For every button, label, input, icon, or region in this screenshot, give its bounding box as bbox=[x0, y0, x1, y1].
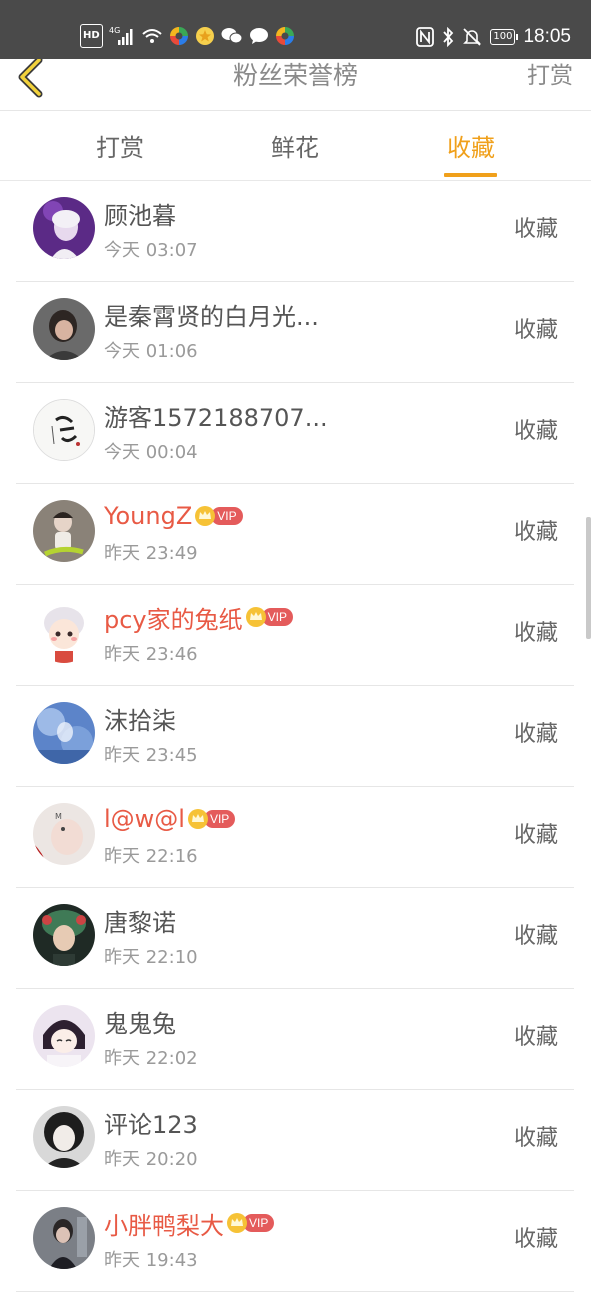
status-bar: HD 4G 100 18:05 bbox=[0, 0, 591, 59]
avatar bbox=[33, 197, 95, 259]
favorite-label: 收藏 bbox=[513, 1025, 558, 1050]
list-item[interactable]: pcy家的兔纸 VIP 昨天 23:46 收藏 bbox=[16, 585, 574, 686]
status-icons-right: 100 18:05 bbox=[416, 24, 571, 50]
signal-icon: 4G bbox=[109, 25, 135, 47]
vip-badge: VIP bbox=[261, 608, 293, 626]
tab-favorites[interactable]: 收藏 bbox=[401, 111, 541, 180]
favorite-time: 昨天 20:20 bbox=[104, 1149, 198, 1170]
tab-bar: 打赏 鲜花 收藏 bbox=[0, 111, 591, 181]
list-item[interactable]: 唐黎诺 昨天 22:10 收藏 bbox=[16, 888, 574, 989]
list-item[interactable]: 是秦霄贤的白月光... 今天 01:06 收藏 bbox=[16, 282, 574, 383]
favorite-label: 收藏 bbox=[513, 1227, 558, 1252]
list-item[interactable]: 顾池暮 今天 03:07 收藏 bbox=[16, 181, 574, 282]
crown-icon bbox=[227, 1213, 247, 1233]
favorite-label: 收藏 bbox=[513, 217, 558, 242]
avatar bbox=[33, 298, 95, 360]
nfc-icon bbox=[416, 26, 435, 48]
user-name: 游客1572188707... bbox=[104, 403, 328, 432]
avatar bbox=[33, 601, 95, 663]
tab-reward[interactable]: 打赏 bbox=[50, 111, 190, 180]
user-name: 小胖鸭梨大 bbox=[104, 1211, 224, 1240]
favorite-label: 收藏 bbox=[513, 823, 558, 848]
wifi-icon bbox=[141, 25, 163, 47]
list-item[interactable]: M l@w@l VIP 昨天 22:16 收藏 bbox=[16, 787, 574, 888]
user-name: 是秦霄贤的白月光... bbox=[104, 302, 319, 331]
user-name: pcy家的兔纸 bbox=[104, 605, 243, 634]
status-clock: 18:05 bbox=[523, 26, 571, 47]
user-name: 沫拾柒 bbox=[104, 706, 176, 735]
crown-icon bbox=[195, 506, 216, 526]
avatar bbox=[33, 702, 95, 764]
vip-badge: VIP bbox=[211, 507, 243, 525]
wechat-icon bbox=[221, 25, 243, 47]
favorite-label: 收藏 bbox=[513, 419, 558, 444]
star-app-icon bbox=[195, 25, 215, 47]
avatar bbox=[33, 904, 95, 966]
favorite-time: 昨天 22:10 bbox=[104, 947, 198, 968]
user-name: 唐黎诺 bbox=[104, 908, 176, 937]
svg-text:M: M bbox=[55, 812, 62, 821]
favorite-label: 收藏 bbox=[513, 1126, 558, 1151]
crown-icon bbox=[187, 809, 208, 829]
user-name: 顾池暮 bbox=[104, 201, 176, 230]
crown-icon bbox=[245, 607, 266, 627]
list-item[interactable]: 鬼鬼兔 昨天 22:02 收藏 bbox=[16, 989, 574, 1090]
favorite-label: 收藏 bbox=[513, 722, 558, 747]
user-name: YoungZ bbox=[104, 502, 193, 530]
user-name: 鬼鬼兔 bbox=[104, 1009, 176, 1038]
status-icons-left: HD 4G bbox=[80, 24, 295, 48]
list-item[interactable]: 评论123 昨天 20:20 收藏 bbox=[16, 1090, 574, 1191]
fan-list: 顾池暮 今天 03:07 收藏 是秦霄贤的白月光... 今天 01:06 收藏 bbox=[0, 181, 591, 1292]
favorite-time: 今天 01:06 bbox=[104, 341, 198, 362]
favorite-time: 昨天 19:43 bbox=[104, 1250, 198, 1271]
active-tab-indicator bbox=[444, 173, 497, 177]
favorite-time: 今天 03:07 bbox=[104, 240, 198, 261]
favorite-time: 今天 00:04 bbox=[104, 442, 198, 463]
network-type-label: 4G bbox=[109, 26, 120, 35]
mute-bell-icon bbox=[462, 26, 482, 48]
avatar bbox=[33, 1005, 95, 1067]
scrollbar[interactable] bbox=[586, 517, 591, 639]
app-notification-icon-2 bbox=[275, 25, 295, 47]
bluetooth-icon bbox=[442, 26, 454, 48]
user-name: l@w@l bbox=[104, 805, 185, 833]
avatar: M bbox=[33, 803, 95, 865]
favorite-label: 收藏 bbox=[513, 924, 558, 949]
avatar bbox=[33, 399, 95, 461]
message-icon bbox=[249, 25, 269, 47]
avatar bbox=[33, 1207, 95, 1269]
vip-badge: VIP bbox=[243, 1214, 275, 1232]
favorite-time: 昨天 23:45 bbox=[104, 745, 198, 766]
avatar bbox=[33, 500, 95, 562]
hd-indicator: HD bbox=[80, 24, 103, 48]
list-item[interactable]: 小胖鸭梨大 VIP 昨天 19:43 收藏 bbox=[16, 1191, 574, 1292]
reward-button[interactable]: 打赏 bbox=[527, 59, 573, 95]
favorite-time: 昨天 22:02 bbox=[104, 1048, 198, 1069]
avatar bbox=[33, 1106, 95, 1168]
list-item[interactable]: 游客1572188707... 今天 00:04 收藏 bbox=[16, 383, 574, 484]
favorite-time: 昨天 23:49 bbox=[104, 543, 198, 564]
tab-flowers[interactable]: 鲜花 bbox=[225, 111, 365, 180]
app-notification-icon bbox=[169, 25, 189, 47]
battery-indicator: 100 bbox=[490, 29, 519, 45]
favorite-label: 收藏 bbox=[513, 520, 558, 545]
vip-badge: VIP bbox=[203, 810, 236, 828]
user-name: 评论123 bbox=[104, 1110, 198, 1139]
page-title: 粉丝荣誉榜 bbox=[232, 61, 358, 90]
favorite-time: 昨天 23:46 bbox=[104, 644, 198, 665]
list-item[interactable]: YoungZ VIP 昨天 23:49 收藏 bbox=[16, 484, 574, 585]
list-item[interactable]: 沫拾柒 昨天 23:45 收藏 bbox=[16, 686, 574, 787]
favorite-label: 收藏 bbox=[513, 621, 558, 646]
app-header: 粉丝荣誉榜 打赏 bbox=[0, 56, 591, 111]
favorite-label: 收藏 bbox=[513, 318, 558, 343]
favorite-time: 昨天 22:16 bbox=[104, 846, 198, 867]
